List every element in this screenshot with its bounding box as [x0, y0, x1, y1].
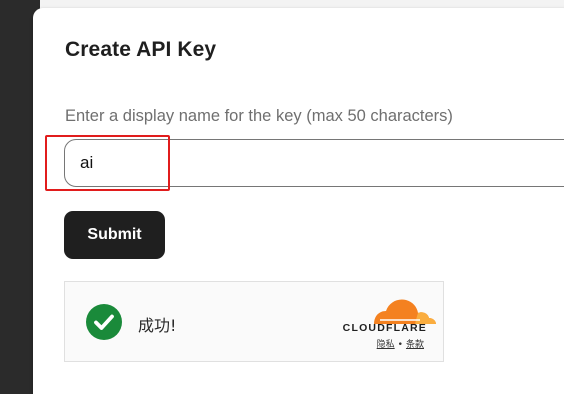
- check-circle-icon: [86, 304, 122, 340]
- cloudflare-links: 隐私 • 条款: [377, 337, 424, 350]
- cloudflare-turnstile-widget: 成功! CLOUDFLARE 隐私 • 条款: [64, 281, 444, 362]
- privacy-link[interactable]: 隐私: [377, 340, 395, 350]
- cloudflare-wordmark: CLOUDFLARE: [342, 322, 427, 334]
- display-name-input[interactable]: [64, 139, 564, 187]
- link-separator: •: [397, 340, 403, 350]
- dialog-title: Create API Key: [65, 38, 217, 61]
- verification-status-text: 成功!: [138, 316, 177, 335]
- submit-button[interactable]: Submit: [64, 211, 165, 259]
- display-name-label: Enter a display name for the key (max 50…: [65, 107, 453, 125]
- create-api-key-dialog: Create API Key Enter a display name for …: [33, 8, 564, 394]
- terms-link[interactable]: 条款: [406, 340, 424, 350]
